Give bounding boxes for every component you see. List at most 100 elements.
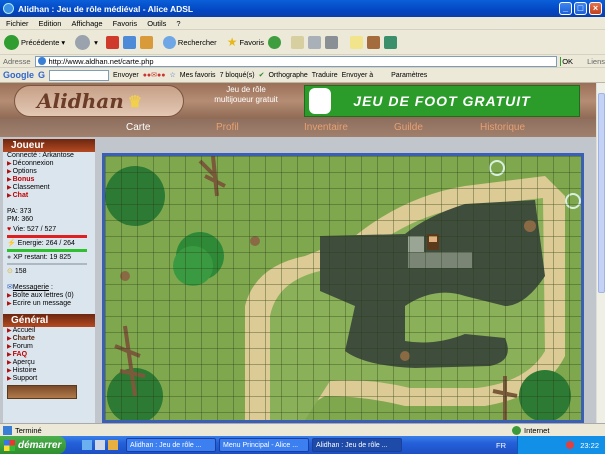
xp-row: ● XP restant: 19 825 — [7, 254, 72, 261]
nav-historique[interactable]: Historique — [480, 122, 525, 133]
language-indicator[interactable]: FR — [496, 441, 506, 450]
maximize-button[interactable]: □ — [574, 2, 587, 15]
vie-row: ♥ Vie: 527 / 527 — [7, 226, 57, 233]
quicklaunch-media-icon[interactable] — [108, 440, 118, 450]
search-icon — [162, 35, 176, 49]
mail-icon[interactable] — [291, 35, 305, 49]
menu-affichage[interactable]: Affichage — [71, 19, 102, 28]
google-toolbar: Google G Envoyer ●●✉●● ☆ Mes favoris 7 b… — [0, 68, 605, 83]
page-done-icon — [3, 425, 12, 435]
link-chat[interactable]: ▶Chat — [3, 192, 95, 200]
cow-mascot-icon — [309, 88, 331, 114]
back-button[interactable]: Précédente ▾ — [4, 34, 65, 50]
start-button[interactable]: démarrer — [0, 436, 66, 454]
close-button[interactable]: × — [589, 2, 602, 15]
search-button[interactable]: Rechercher — [162, 35, 217, 49]
page-content: Alidhan ♛ Jeu de rôle multijoueur gratuit… — [0, 83, 596, 423]
window-title: Alidhan : Jeu de rôle médiéval - Alice A… — [18, 3, 194, 14]
history-icon[interactable] — [268, 35, 282, 49]
task-alidhan-1[interactable]: Alidhan : Jeu de rôle ... — [126, 438, 216, 452]
google-logo: Google — [3, 70, 34, 80]
research-icon[interactable] — [367, 35, 381, 49]
ad-banner[interactable]: JEU DE FOOT GRATUIT — [304, 85, 580, 117]
crown-icon: ♛ — [127, 91, 143, 111]
gold-icon: ⊙ — [7, 268, 13, 275]
google-spell-button[interactable]: Orthographe — [268, 72, 307, 79]
link-faq[interactable]: ▶FAQ — [3, 351, 95, 359]
nav-carte[interactable]: Carte — [126, 122, 150, 133]
link-forum[interactable]: ▶Forum — [3, 343, 95, 351]
address-bar: Adresse http://www.aldhan.net/carte.php … — [0, 55, 605, 68]
nav-inventaire[interactable]: Inventaire — [304, 122, 348, 133]
ie-icon — [3, 3, 14, 14]
google-sendto-button[interactable]: Envoyer à — [342, 72, 374, 79]
link-options[interactable]: ▶Options — [3, 168, 95, 176]
energy-icon: ⚡ — [7, 240, 16, 247]
heart-icon: ♥ — [7, 226, 12, 233]
go-arrow-icon[interactable] — [559, 56, 561, 66]
menu-outils[interactable]: Outils — [147, 19, 166, 28]
link-charte[interactable]: ▶Charte — [3, 335, 95, 343]
site-header: Alidhan ♛ Jeu de rôle multijoueur gratuit… — [0, 83, 596, 119]
link-deconnexion[interactable]: ▶Déconnexion — [3, 160, 95, 168]
link-mailbox[interactable]: ▶Boîte aux lettres (0) — [3, 292, 95, 300]
google-send-button[interactable]: Envoyer — [113, 72, 139, 79]
edit-icon[interactable] — [325, 35, 339, 49]
site-tagline: Jeu de rôle multijoueur gratuit — [214, 85, 278, 104]
nav-guilde[interactable]: Guilde — [394, 122, 423, 133]
google-search-input[interactable] — [49, 69, 110, 81]
link-bonus[interactable]: ▶Bonus — [3, 176, 95, 184]
forward-button[interactable] — [75, 34, 91, 50]
google-params-button[interactable]: Paramètres — [391, 72, 427, 79]
menu-help[interactable]: ? — [176, 19, 180, 28]
messagerie-row[interactable]: ✉Messagerie : — [3, 284, 95, 292]
menu-edition[interactable]: Edition — [39, 19, 62, 28]
link-histoire[interactable]: ▶Histoire — [3, 367, 95, 375]
quicklaunch-ie-icon[interactable] — [82, 440, 92, 450]
address-input[interactable]: http://www.aldhan.net/carte.php — [34, 55, 557, 67]
notes-icon[interactable] — [350, 35, 364, 49]
vertical-scrollbar[interactable] — [596, 83, 605, 423]
home-icon[interactable] — [139, 35, 153, 49]
print-icon[interactable] — [308, 35, 322, 49]
google-favs-button[interactable]: Mes favoris — [180, 72, 216, 79]
menu-fichier[interactable]: Fichier — [6, 19, 29, 28]
page-icon — [37, 57, 46, 65]
nav-profil[interactable]: Profil — [216, 122, 239, 133]
sidebar: Joueur Connecté : Arkantose ▶Déconnexion… — [3, 139, 95, 423]
link-support[interactable]: ▶Support — [3, 375, 95, 383]
banner-image[interactable] — [7, 385, 77, 399]
google-blocked-button[interactable]: 7 bloqué(s) — [220, 72, 255, 79]
favorites-button[interactable]: ★ Favoris — [227, 35, 264, 49]
vie-bar — [7, 235, 87, 238]
links-label[interactable]: Liens — [587, 57, 605, 66]
menu-favoris[interactable]: Favoris — [113, 19, 138, 28]
tray-icon[interactable] — [566, 441, 575, 449]
pm-value: PM: 360 — [7, 216, 34, 223]
link-accueil[interactable]: ▶Accueil — [3, 327, 95, 335]
google-translate-button[interactable]: Traduire — [312, 72, 338, 79]
browser-toolbar: Précédente ▾ ▾ Rechercher ★ Favoris — [0, 30, 605, 55]
energie-row: ⚡ Energie: 264 / 264 — [7, 240, 75, 247]
taskbar: démarrer Alidhan : Jeu de rôle ... Menu … — [0, 436, 605, 454]
minimize-button[interactable]: _ — [559, 2, 572, 15]
site-nav: Carte Profil Inventaire Guilde Historiqu… — [0, 119, 596, 137]
go-button[interactable]: OK — [562, 57, 573, 66]
link-classement[interactable]: ▶Classement — [3, 184, 95, 192]
section-general: Général — [3, 314, 95, 327]
link-write-message[interactable]: ▶Ecrire un message — [3, 300, 95, 308]
google-services-icons[interactable]: ●●✉●● — [143, 71, 166, 79]
game-map[interactable] — [102, 153, 584, 423]
scroll-thumb[interactable] — [598, 93, 605, 293]
task-alidhan-2[interactable]: Alidhan : Jeu de rôle ... — [312, 438, 402, 452]
refresh-icon[interactable] — [122, 35, 136, 49]
quicklaunch-desktop-icon[interactable] — [95, 440, 105, 450]
site-logo[interactable]: Alidhan ♛ — [14, 85, 184, 117]
stop-icon[interactable] — [105, 35, 119, 49]
internet-zone-icon — [512, 425, 521, 435]
task-menu-principal[interactable]: Menu Principal - Alice ... — [219, 438, 309, 452]
link-apercu[interactable]: ▶Aperçu — [3, 359, 95, 367]
zone-text: Internet — [524, 425, 550, 435]
status-text: Terminé — [15, 425, 42, 435]
messenger-icon[interactable] — [384, 35, 398, 49]
